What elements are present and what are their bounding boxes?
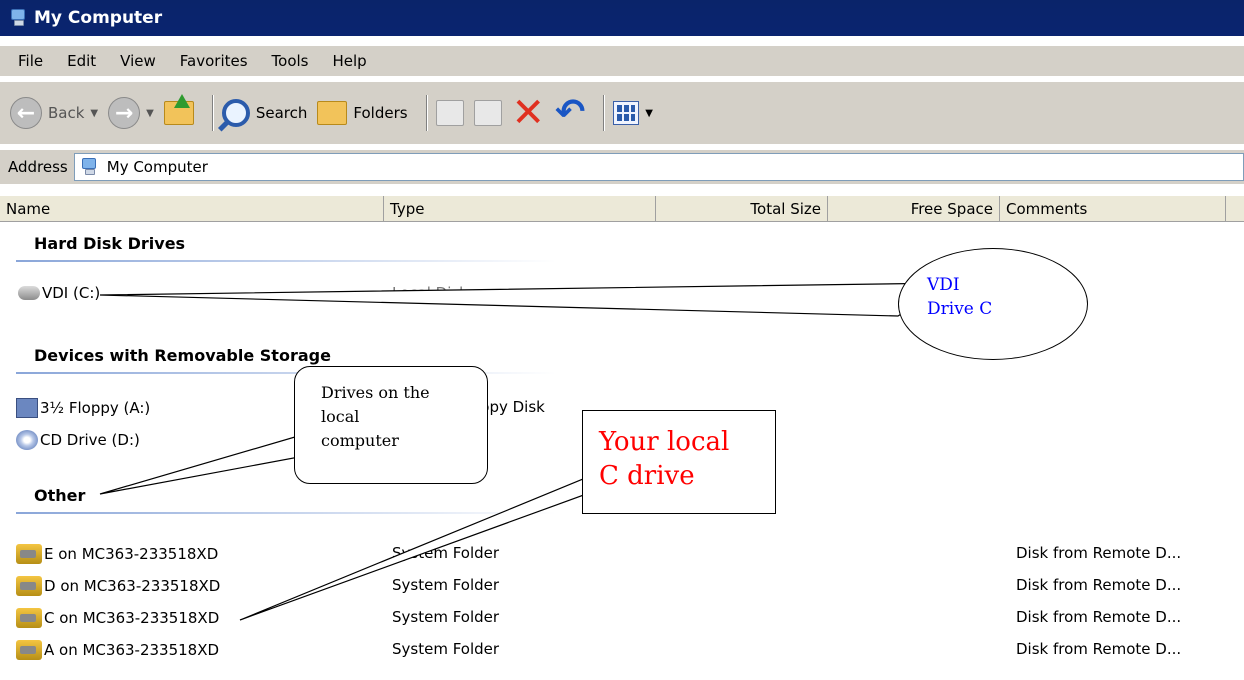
local-c-drive-callout: Your local C drive — [582, 410, 776, 514]
local-c-callout-line1: Your local — [599, 427, 730, 457]
drives-callout-line2: local — [321, 407, 360, 426]
drives-callout-line3: computer — [321, 431, 399, 450]
vdi-callout-line2: Drive C — [927, 299, 993, 319]
vdi-drive-callout: VDI Drive C — [898, 248, 1088, 360]
drives-callout-pointer — [99, 431, 328, 495]
vdi-callout-line1: VDI — [927, 275, 960, 295]
local-c-callout-pointer — [239, 476, 593, 621]
drives-callout-line1: Drives on the — [321, 383, 430, 402]
local-drives-callout: Drives on the local computer — [294, 366, 488, 484]
vdi-callout-pointer — [99, 282, 953, 317]
local-c-callout-line2: C drive — [599, 461, 695, 491]
